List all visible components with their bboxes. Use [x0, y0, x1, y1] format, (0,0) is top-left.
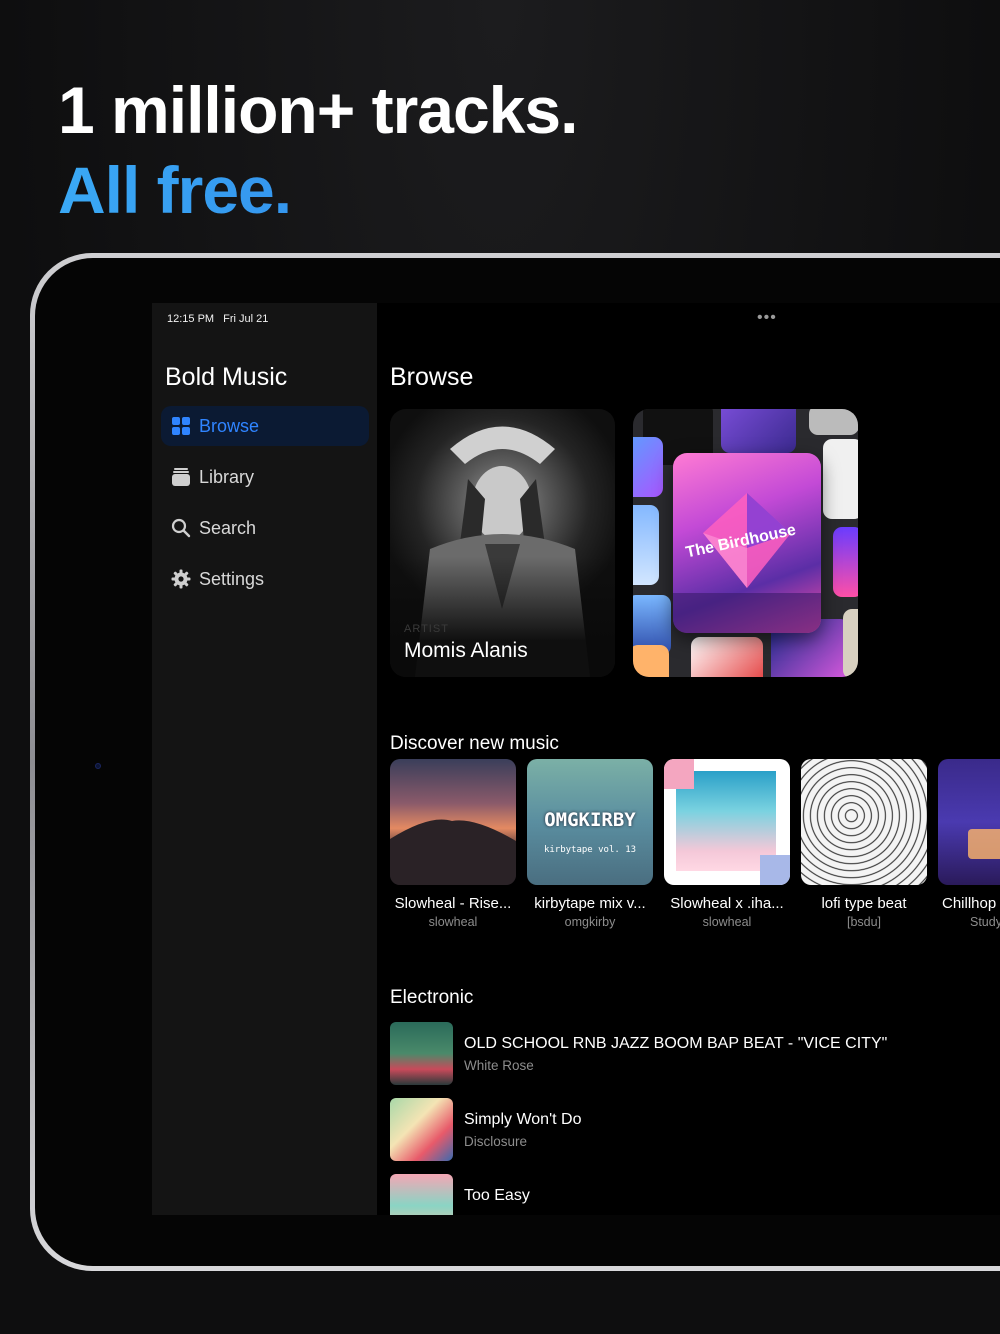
app-screen: 12:15 PM Fri Jul 21 Bold Music Browse Li… [152, 303, 1000, 1215]
artist-tag: ARTIST [404, 623, 449, 635]
status-bar: 12:15 PM Fri Jul 21 [167, 313, 268, 325]
sidebar-item-label: Library [199, 466, 255, 487]
sidebar-item-browse[interactable]: Browse [161, 406, 369, 446]
album-title: Chillhop [942, 895, 997, 912]
album-card[interactable]: Slowheal - Rise... slowheal [390, 759, 516, 929]
section-title-discover: Discover new music [390, 733, 559, 754]
ipad-bezel: 12:15 PM Fri Jul 21 Bold Music Browse Li… [35, 258, 1000, 1266]
sidebar-item-settings[interactable]: Settings [161, 559, 369, 599]
album-art: OMGKIRBY kirbytape vol. 13 [527, 759, 653, 885]
artist-name: Momis Alanis [404, 639, 528, 662]
album-title: Slowheal - Rise... [394, 895, 512, 912]
section-title-electronic: Electronic [390, 987, 474, 1008]
track-title: Too Easy [464, 1187, 530, 1204]
headline-line-2: All free. [58, 150, 577, 230]
album-art-text: OMGKIRBY [544, 809, 636, 831]
album-artist: [bsdu] [846, 915, 882, 929]
library-stack-icon [171, 467, 191, 487]
status-time: 12:15 PM [167, 313, 215, 325]
album-art [390, 759, 516, 885]
track-artist: White Rose [464, 1058, 534, 1073]
playlist-cover: The Birdhouse [673, 453, 821, 633]
sidebar-nav: Browse Library Search Settings [161, 406, 369, 610]
track-row[interactable]: OLD SCHOOL RNB JAZZ BOOM BAP BEAT - "VIC… [390, 1022, 1000, 1086]
sidebar: 12:15 PM Fri Jul 21 Bold Music Browse Li… [152, 303, 377, 1215]
main-content: ••• Browse ARTIST Momis Alanis The Birdh… [377, 303, 1000, 1215]
marketing-headline: 1 million+ tracks. All free. [58, 70, 578, 230]
front-camera [95, 763, 101, 769]
track-list: OLD SCHOOL RNB JAZZ BOOM BAP BEAT - "VIC… [390, 1022, 1000, 1215]
album-art [664, 759, 790, 885]
track-title: Simply Won't Do [464, 1111, 582, 1128]
featured-artist-card[interactable]: ARTIST Momis Alanis [390, 409, 615, 677]
headline-line-1: 1 million+ tracks. [58, 73, 578, 147]
gear-icon [171, 569, 191, 589]
sidebar-item-label: Browse [199, 415, 260, 436]
album-art [938, 759, 1000, 885]
album-card[interactable]: Slowheal x .iha... slowheal [664, 759, 790, 929]
more-menu-button[interactable]: ••• [757, 309, 777, 327]
album-title: lofi type beat [821, 895, 907, 912]
sidebar-item-search[interactable]: Search [161, 508, 369, 548]
album-artist: omgkirby [564, 915, 616, 929]
album-art-subtext: kirbytape vol. 13 [543, 845, 637, 855]
album-artist: slowheal [702, 915, 752, 929]
status-date: Fri Jul 21 [223, 313, 269, 325]
sidebar-item-label: Search [199, 517, 257, 538]
track-artist: Disclosure [464, 1134, 528, 1149]
album-title: kirbytape mix v... [534, 895, 646, 912]
album-card[interactable]: Chillhop Study [938, 759, 1000, 929]
track-artwork [390, 1022, 453, 1085]
grid-icon [171, 416, 191, 436]
discover-carousel: Slowheal - Rise... slowheal OMGKIRBY kir… [390, 759, 1000, 949]
featured-playlist-card[interactable]: The Birdhouse [633, 409, 858, 677]
track-artwork [390, 1174, 453, 1215]
app-title: Bold Music [165, 363, 288, 391]
track-title: OLD SCHOOL RNB JAZZ BOOM BAP BEAT - "VIC… [464, 1035, 888, 1052]
album-artist: slowheal [428, 915, 478, 929]
sidebar-item-library[interactable]: Library [161, 457, 369, 497]
track-row[interactable]: Simply Won't Do Disclosure [390, 1098, 1000, 1162]
album-artist: Study [970, 915, 1000, 929]
track-artwork [390, 1098, 453, 1161]
album-card[interactable]: OMGKIRBY kirbytape vol. 13 kirbytape mix… [527, 759, 653, 929]
app-store-screenshot: 1 million+ tracks. All free. 12:15 PM Fri… [0, 0, 1000, 1334]
page-title: Browse [390, 363, 474, 391]
album-art [801, 759, 927, 885]
ipad-frame: 12:15 PM Fri Jul 21 Bold Music Browse Li… [30, 253, 1000, 1271]
album-card[interactable]: lofi type beat [bsdu] [801, 759, 927, 929]
search-icon [171, 518, 191, 538]
track-row[interactable]: Too Easy [390, 1174, 1000, 1215]
sidebar-item-label: Settings [199, 568, 265, 589]
album-title: Slowheal x .iha... [670, 895, 784, 912]
